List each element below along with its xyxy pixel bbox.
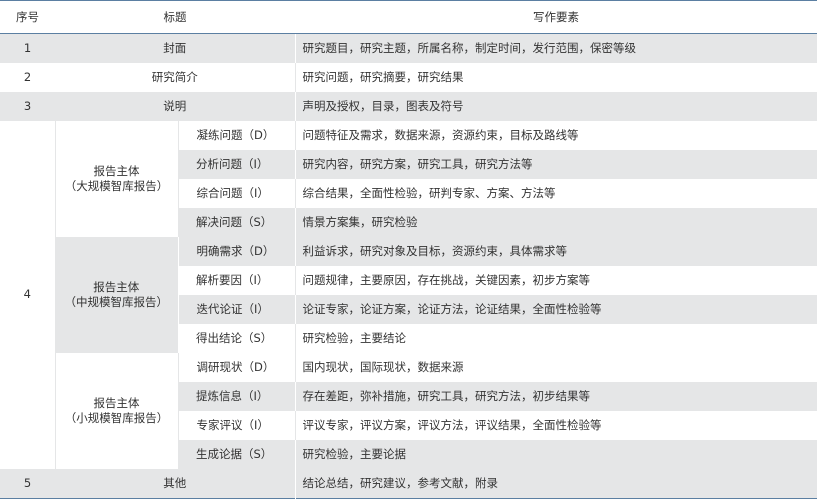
group-label-line1: 报告主体 [93,396,140,411]
row-requirements: 研究题目，研究主题，所属名称，制定时间，发行范围，保密等级 [294,33,817,63]
sub-step: 得出结论（S） [178,323,295,353]
table-header-row: 序号 标题 写作要素 [0,0,817,34]
report-structure-table: 序号 标题 写作要素 1 封面 研究题目，研究主题，所属名称，制定时间，发行范围… [0,0,817,499]
sub-requirements: 研究检验，主要论据 [294,439,817,469]
sub-step: 解决问题（S） [178,207,295,237]
sub-requirements: 评议专家，评议方案，评议方法，评议结果，全面性检验等 [294,410,817,440]
sub-step: 凝练问题（D） [177,120,295,150]
sub-step: 综合问题（I） [177,178,295,208]
sub-requirements: 存在差距，弥补措施，研究工具，研究方法，初步结果等 [294,381,817,411]
row-title: 说明 [55,91,295,121]
header-requirements: 写作要素 [295,0,817,34]
sub-requirements: 论证专家，论证方案，论证方法，论证结果，全面性检验等 [294,294,817,324]
row-title: 封面 [55,33,295,63]
table-row: 3 说明 声明及授权，目录，图表及符号 [0,91,817,121]
sub-requirements: 国内现状，国际现状，数据来源 [294,352,817,382]
sub-step: 解析要因（I） [178,265,295,295]
sub-requirements: 利益诉求，研究对象及目标，资源约束，具体需求等 [294,236,817,266]
sub-requirements: 综合结果，全面性检验，研判专家、方案、方法等 [294,178,817,208]
header-no: 序号 [0,0,55,34]
table-row: 报告主体 （中规模智库报告） 明确需求（D） 利益诉求，研究对象及目标，资源约束… [0,236,817,353]
sub-requirements: 情景方案集，研究检验 [294,207,817,237]
sub-requirements: 研究内容，研究方案，研究工具，研究方法等 [294,149,817,179]
row-title: 其他 [55,468,295,499]
group-medium-label: 报告主体 （中规模智库报告） [55,236,178,353]
sub-step: 提炼信息（I） [178,381,295,411]
row-title: 研究简介 [55,62,295,92]
table-row: 1 封面 研究题目，研究主题，所属名称，制定时间，发行范围，保密等级 [0,33,817,63]
table-row: 报告主体 （小规模智库报告） 调研现状（D） 国内现状，国际现状，数据来源 [0,352,817,469]
sub-step: 调研现状（D） [177,352,295,382]
table-row: 4 报告主体 （大规模智库报告） 凝练问题（D） 问题特征及需求，数据来源，资源… [0,120,817,469]
group-large-label: 报告主体 （大规模智库报告） [54,120,178,237]
sub-step: 生成论据（S） [178,439,295,469]
sub-requirements: 问题规律，主要原因，存在挑战，关键因素，初步方案等 [294,265,817,295]
row-number: 1 [0,33,55,63]
row-number: 2 [0,62,55,92]
row-number: 4 [0,120,55,469]
row-requirements: 声明及授权，目录，图表及符号 [294,91,817,121]
table-row: 2 研究简介 研究问题，研究摘要，研究结果 [0,62,817,92]
group-label-line2: （中规模智库报告） [64,294,169,309]
sub-requirements: 研究检验，主要结论 [294,323,817,353]
row-requirements: 结论总结，研究建议，参考文献，附录 [294,468,817,499]
table-row: 5 其他 结论总结，研究建议，参考文献，附录 [0,468,817,499]
sub-step: 明确需求（D） [177,236,295,266]
group-small-label: 报告主体 （小规模智库报告） [54,352,178,469]
group-label-line1: 报告主体 [93,280,140,295]
group-label-line2: （大规模智库报告） [64,178,169,193]
row-number: 3 [0,91,55,121]
sub-requirements: 问题特征及需求，数据来源，资源约束，目标及路线等 [294,120,817,150]
header-title: 标题 [55,0,295,34]
group-label-line1: 报告主体 [93,164,140,179]
row-number: 5 [0,468,55,499]
sub-step: 专家评议（I） [177,410,295,440]
sub-step: 迭代论证（I） [177,294,295,324]
row-requirements: 研究问题，研究摘要，研究结果 [294,62,817,92]
sub-step: 分析问题（I） [178,149,295,179]
group-label-line2: （小规模智库报告） [64,410,169,425]
